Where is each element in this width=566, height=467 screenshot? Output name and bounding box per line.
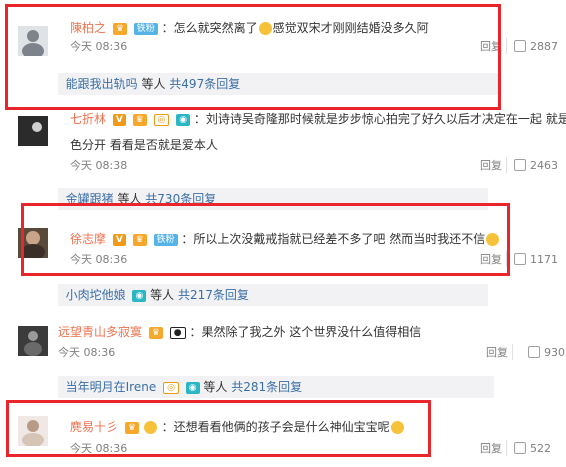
like-count: 1171 xyxy=(530,253,558,266)
reply-button[interactable]: 回复 xyxy=(480,159,502,173)
reply-button[interactable]: 回复 xyxy=(480,442,502,456)
comment-line-2: 色分开 看看是否就是爱本人 xyxy=(70,136,566,154)
comment-time: 今天 08:38 xyxy=(70,159,128,172)
comment-item: 远望青山多寂寞 ♛ ● ：果然除了我之外 这个世界没什么值得相信 今天 08:3… xyxy=(0,318,566,368)
like-button[interactable]: 522 xyxy=(514,442,551,456)
panda-badge-icon: ● xyxy=(169,326,186,339)
comment-text: ：果然除了我之外 这个世界没什么值得相信 xyxy=(189,325,422,339)
ring-badge-icon: ◎ xyxy=(163,381,179,394)
avatar[interactable] xyxy=(18,116,48,146)
divider xyxy=(512,344,513,360)
highlight-box xyxy=(21,203,510,276)
thumbs-up-icon xyxy=(514,40,526,52)
like-button[interactable]: 1171 xyxy=(514,253,558,267)
reply-summary[interactable]: 当年明月在Irene ◎ ◉ 等人 共281条回复 xyxy=(58,376,494,398)
reply-user-link[interactable]: 当年明月在Irene xyxy=(66,380,157,394)
reply-count-link[interactable]: 共217条回复 xyxy=(178,288,249,302)
reply-user-link[interactable]: 小肉坨他娘 xyxy=(66,288,126,302)
thumbs-up-icon xyxy=(514,442,526,454)
ring-badge-icon: ◎ xyxy=(153,113,170,126)
comment-item: 七折林 V ♛ ◎ ◉ ：刘诗诗吴奇隆那时候就是步步惊心拍完了好久以后才决定在一… xyxy=(0,108,566,178)
eye-badge-icon: ◉ xyxy=(132,289,147,302)
vip-crown-icon: ♛ xyxy=(148,326,163,339)
thumbs-up-icon xyxy=(514,159,526,171)
avatar[interactable] xyxy=(18,326,48,356)
like-count: 2887 xyxy=(530,40,558,53)
like-button[interactable]: 2463 xyxy=(514,159,558,173)
highlight-box xyxy=(6,400,431,457)
highlight-box xyxy=(5,4,501,110)
like-count: 522 xyxy=(530,442,551,455)
comment-text-cont: 色分开 看看是否就是爱本人 xyxy=(70,138,218,152)
comment-line: 远望青山多寂寞 ♛ ● ：果然除了我之外 这个世界没什么值得相信 xyxy=(58,323,566,341)
reply-button[interactable]: 回复 xyxy=(486,346,508,360)
reply-summary-text: 等人 xyxy=(146,288,178,302)
thumbs-up-icon xyxy=(528,346,540,358)
like-count: 930 xyxy=(544,346,565,359)
v-verified-icon: V xyxy=(112,113,126,126)
reply-count-link[interactable]: 共281条回复 xyxy=(231,380,302,394)
divider xyxy=(506,440,507,456)
commenter-name[interactable]: 远望青山多寂寞 xyxy=(58,325,142,339)
thumbs-up-icon xyxy=(514,253,526,265)
comment-time: 今天 08:36 xyxy=(58,346,116,359)
eye-badge-icon: ◉ xyxy=(176,113,191,126)
like-count: 2463 xyxy=(530,159,558,172)
vip-crown-icon: ♛ xyxy=(132,113,147,126)
comment-line: 七折林 V ♛ ◎ ◉ ：刘诗诗吴奇隆那时候就是步步惊心拍完了好久以后才决定在一… xyxy=(70,110,566,128)
like-button[interactable]: 2887 xyxy=(514,40,558,54)
comment-text: ：刘诗诗吴奇隆那时候就是步步惊心拍完了好久以后才决定在一起 就是为了和角 xyxy=(193,112,566,126)
divider xyxy=(506,157,507,173)
like-button[interactable]: 930 xyxy=(528,346,565,360)
eye-badge-icon: ◉ xyxy=(185,381,200,394)
reply-summary-text: 等人 xyxy=(199,380,232,394)
reply-summary[interactable]: 小肉坨他娘 ◉ 等人 共217条回复 xyxy=(58,284,488,306)
divider xyxy=(506,38,507,54)
commenter-name[interactable]: 七折林 xyxy=(70,112,106,126)
